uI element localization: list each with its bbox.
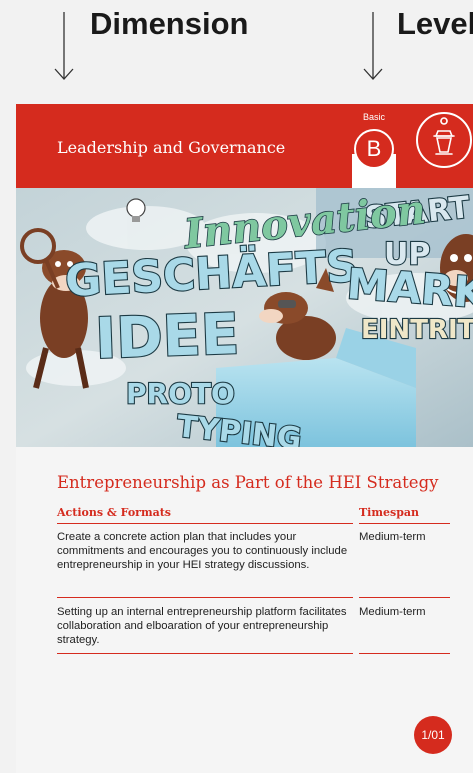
page-number-badge: 1/01 [414,716,452,754]
level-annotation-label: Level [397,6,473,41]
column-header-timespan: Timespan [359,506,420,519]
table-row-timespan: Medium-term [359,606,426,618]
hero-image: GESCHÄFTS IDEE PROTO TYPING MARKT EINTRI… [16,188,473,447]
lectern-icon [416,112,472,168]
row-divider [57,597,353,598]
row-divider [57,653,353,654]
row-divider [359,653,450,654]
dimension-title: Leadership and Governance [57,138,286,157]
level-badge: B [354,129,394,169]
dimension-annotation-label: Dimension [90,6,249,41]
card-header: Leadership and Governance Basic B [16,104,473,188]
down-arrow-icon [363,12,383,80]
svg-text:UP: UP [384,237,430,272]
column-header-actions: Actions & Formats [57,506,171,519]
header-divider [57,523,353,524]
svg-text:PROTO: PROTO [126,377,235,410]
table-row-action: Setting up an internal entrepreneurship … [57,606,347,646]
down-arrow-icon [54,12,74,80]
svg-text:IDEE: IDEE [94,302,240,372]
table-row-timespan: Medium-term [359,531,426,543]
svg-text:EINTRITT: EINTRITT [361,315,473,345]
action-card: Leadership and Governance Basic B GESCHÄ… [16,104,473,773]
table-row-action: Create a concrete action plan that inclu… [57,531,348,571]
level-indicator: Basic B [352,104,396,188]
level-caption: Basic [362,112,385,122]
header-divider [359,523,450,524]
section-title: Entrepreneurship as Part of the HEI Stra… [57,473,439,492]
row-divider [359,597,450,598]
